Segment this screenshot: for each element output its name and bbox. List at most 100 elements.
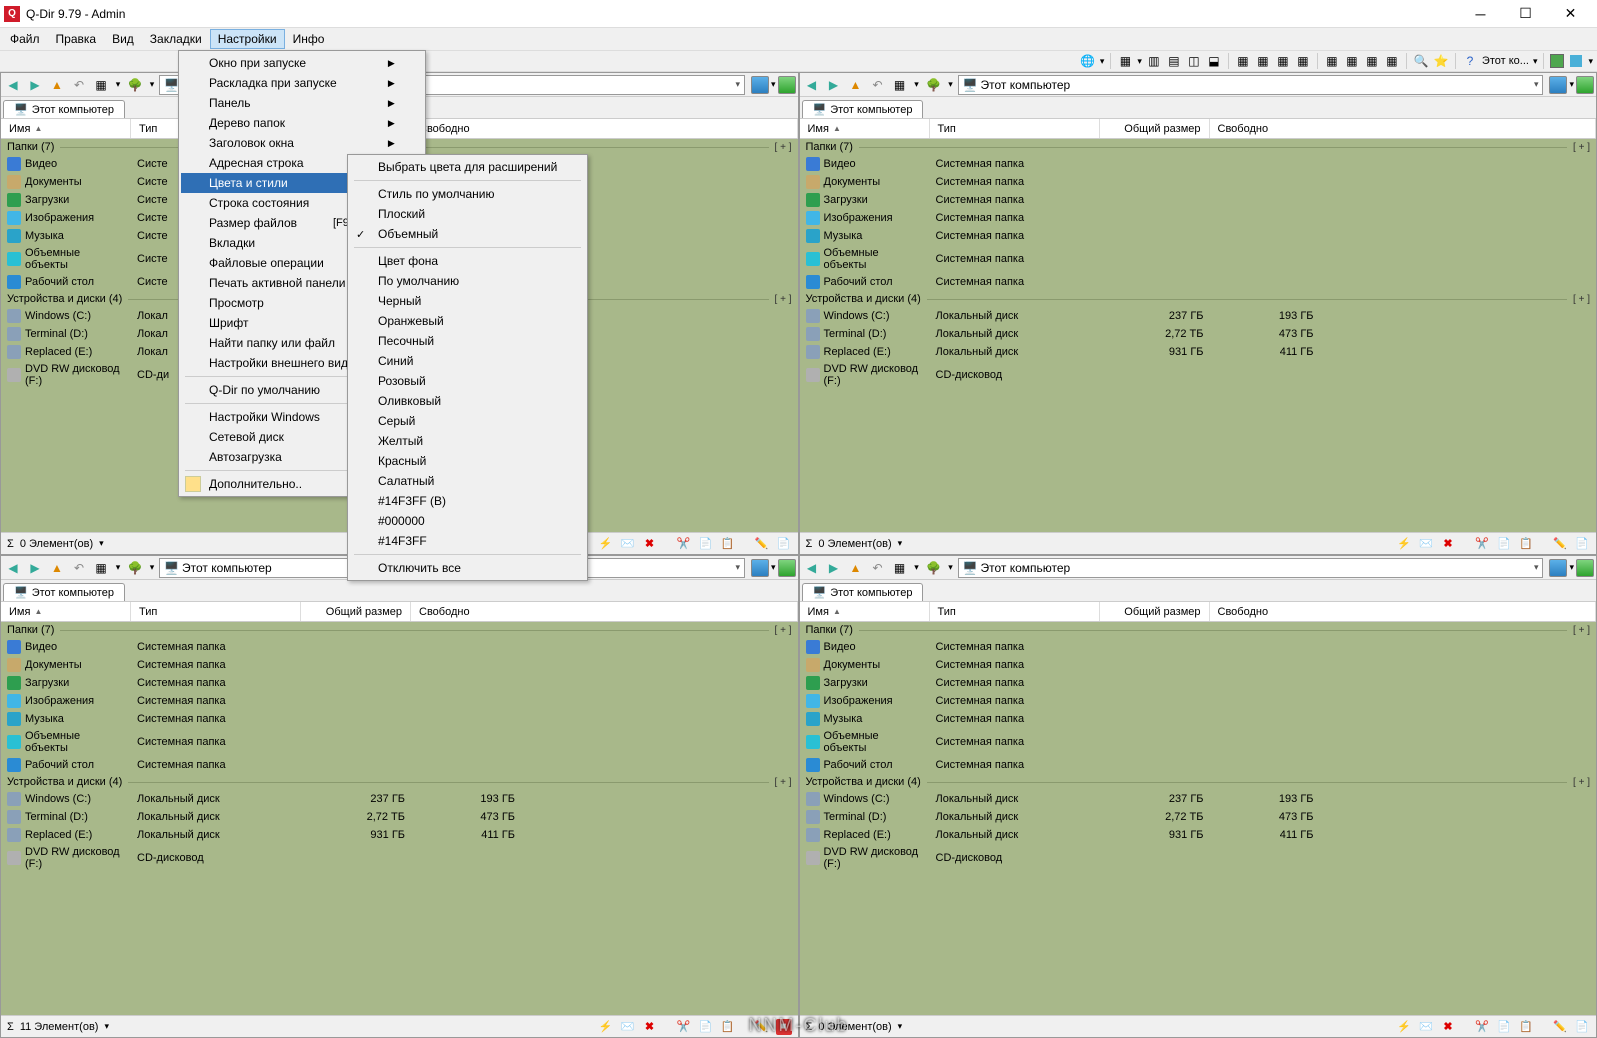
layout-k-icon[interactable]: ▦ bbox=[1364, 53, 1380, 69]
back-icon[interactable]: ◀ bbox=[3, 75, 23, 95]
color-item[interactable]: Плоский bbox=[350, 204, 585, 224]
edit-icon[interactable]: ✏️ bbox=[1552, 536, 1568, 552]
color-item[interactable]: Цвет фона bbox=[350, 251, 585, 271]
refresh-icon[interactable]: 📄 bbox=[1574, 1019, 1590, 1035]
color-item[interactable]: Песочный bbox=[350, 331, 585, 351]
pane-opt-b[interactable] bbox=[778, 559, 796, 577]
pane-opt-a[interactable] bbox=[751, 76, 769, 94]
color-item[interactable]: ✓Объемный bbox=[350, 224, 585, 244]
fwd-icon[interactable]: ▶ bbox=[25, 75, 45, 95]
view-icon[interactable]: ▦ bbox=[91, 558, 111, 578]
view-icon[interactable]: ▦ bbox=[91, 75, 111, 95]
delete-icon[interactable]: ✖ bbox=[1440, 536, 1456, 552]
list-item[interactable]: Объемные объектыСистемная папка bbox=[1, 728, 798, 756]
undo-icon[interactable]: ↶ bbox=[69, 75, 89, 95]
mail-icon[interactable]: ✉️ bbox=[620, 536, 636, 552]
list-item[interactable]: Replaced (E:)Локальный диск931 ГБ411 ГБ bbox=[800, 826, 1597, 844]
cut-icon[interactable]: ✂️ bbox=[676, 1019, 692, 1035]
color-item[interactable]: Салатный bbox=[350, 471, 585, 491]
color-item[interactable]: Стиль по умолчанию bbox=[350, 184, 585, 204]
undo-icon[interactable]: ↶ bbox=[868, 558, 888, 578]
list-item[interactable]: ИзображенияСистемная папка bbox=[1, 692, 798, 710]
layout-4-icon[interactable]: ▦ bbox=[1117, 53, 1133, 69]
list-item[interactable]: Рабочий столСистемная папка bbox=[800, 756, 1597, 774]
copy-icon[interactable]: 📄 bbox=[698, 1019, 714, 1035]
cut-icon[interactable]: ✂️ bbox=[1474, 536, 1490, 552]
mail-icon[interactable]: ✉️ bbox=[1418, 536, 1434, 552]
pane-opt-b[interactable] bbox=[778, 76, 796, 94]
dd[interactable]: ▾ bbox=[147, 558, 157, 578]
layout-c-icon[interactable]: ◫ bbox=[1186, 53, 1202, 69]
undo-icon[interactable]: ↶ bbox=[868, 75, 888, 95]
tab[interactable]: 🖥️Этот компьютер bbox=[3, 100, 125, 118]
layout-d-icon[interactable]: ⬓ bbox=[1206, 53, 1222, 69]
back-icon[interactable]: ◀ bbox=[802, 558, 822, 578]
up-icon[interactable]: ▲ bbox=[47, 558, 67, 578]
list-item[interactable]: МузыкаСистемная папка bbox=[1, 710, 798, 728]
color-item[interactable]: Черный bbox=[350, 291, 585, 311]
list-item[interactable]: ДокументыСистемная папка bbox=[1, 656, 798, 674]
list-item[interactable]: Windows (C:)Локальный диск237 ГБ193 ГБ bbox=[800, 790, 1597, 808]
list-item[interactable]: ЗагрузкиСистемная папка bbox=[1, 674, 798, 692]
mail-icon[interactable]: ✉️ bbox=[620, 1019, 636, 1035]
up-icon[interactable]: ▲ bbox=[846, 75, 866, 95]
help-icon[interactable]: ? bbox=[1462, 53, 1478, 69]
menu-info[interactable]: Инфо bbox=[285, 29, 333, 49]
cut-icon[interactable]: ✂️ bbox=[1474, 1019, 1490, 1035]
tree-icon[interactable]: 🌳 bbox=[924, 558, 944, 578]
layout-i-icon[interactable]: ▦ bbox=[1324, 53, 1340, 69]
lightning-icon[interactable]: ⚡ bbox=[598, 536, 614, 552]
list-item[interactable]: ЗагрузкиСистемная папка bbox=[800, 191, 1597, 209]
square-green-icon[interactable] bbox=[1550, 54, 1564, 68]
paste-icon[interactable]: 📋 bbox=[720, 1019, 736, 1035]
maximize-button[interactable]: ☐ bbox=[1503, 0, 1548, 28]
back-icon[interactable]: ◀ bbox=[802, 75, 822, 95]
layout-f-icon[interactable]: ▦ bbox=[1255, 53, 1271, 69]
pane-opt-a[interactable] bbox=[1549, 76, 1567, 94]
color-item[interactable]: Красный bbox=[350, 451, 585, 471]
color-item[interactable]: Оранжевый bbox=[350, 311, 585, 331]
magnify-icon[interactable]: 🔍 bbox=[1413, 53, 1429, 69]
color-item[interactable]: #14F3FF bbox=[350, 531, 585, 551]
list-item[interactable]: Windows (C:)Локальный диск237 ГБ193 ГБ bbox=[800, 307, 1597, 325]
lightning-icon[interactable]: ⚡ bbox=[1396, 1019, 1412, 1035]
dd[interactable]: ▾ bbox=[113, 558, 123, 578]
star-icon[interactable]: ⭐ bbox=[1433, 53, 1449, 69]
list-item[interactable]: DVD RW дисковод (F:)CD-дисковод bbox=[800, 844, 1597, 872]
colors-submenu[interactable]: Выбрать цвета для расширенийСтиль по умо… bbox=[347, 154, 588, 581]
lightning-icon[interactable]: ⚡ bbox=[598, 1019, 614, 1035]
settings-item[interactable]: Дерево папок▶ bbox=[181, 113, 423, 133]
color-item[interactable]: Отключить все bbox=[350, 558, 585, 578]
back-icon[interactable]: ◀ bbox=[3, 558, 23, 578]
mail-icon[interactable]: ✉️ bbox=[1418, 1019, 1434, 1035]
tree-icon[interactable]: 🌳 bbox=[125, 558, 145, 578]
menu-file[interactable]: Файл bbox=[2, 29, 48, 49]
list-item[interactable]: ДокументыСистемная папка bbox=[800, 173, 1597, 191]
pane-opt-b[interactable] bbox=[1576, 76, 1594, 94]
list-item[interactable]: Рабочий столСистемная папка bbox=[800, 273, 1597, 291]
list-item[interactable]: Windows (C:)Локальный диск237 ГБ193 ГБ bbox=[1, 790, 798, 808]
delete-icon[interactable]: ✖ bbox=[642, 536, 658, 552]
column-headers[interactable]: Имя ▲ТипОбщий размерСвободно bbox=[800, 602, 1597, 622]
color-item[interactable]: Синий bbox=[350, 351, 585, 371]
view-icon[interactable]: ▦ bbox=[890, 75, 910, 95]
dd[interactable]: ▾ bbox=[147, 75, 157, 95]
menu-view[interactable]: Вид bbox=[104, 29, 142, 49]
color-item[interactable]: Оливковый bbox=[350, 391, 585, 411]
list-item[interactable]: Рабочий столСистемная папка bbox=[1, 756, 798, 774]
dd[interactable]: ▾ bbox=[113, 75, 123, 95]
paste-icon[interactable]: 📋 bbox=[720, 536, 736, 552]
menu-settings[interactable]: Настройки bbox=[210, 29, 285, 49]
color-item[interactable]: #000000 bbox=[350, 511, 585, 531]
dd[interactable]: ▾ bbox=[912, 558, 922, 578]
undo-icon[interactable]: ↶ bbox=[69, 558, 89, 578]
layout-j-icon[interactable]: ▦ bbox=[1344, 53, 1360, 69]
stop-icon[interactable]: ■ bbox=[776, 1019, 792, 1035]
delete-icon[interactable]: ✖ bbox=[642, 1019, 658, 1035]
list-item[interactable]: Terminal (D:)Локальный диск2,72 ТБ473 ГБ bbox=[800, 808, 1597, 826]
tree-icon[interactable]: 🌳 bbox=[924, 75, 944, 95]
list-item[interactable]: ВидеоСистемная папка bbox=[800, 155, 1597, 173]
list-item[interactable]: МузыкаСистемная папка bbox=[800, 227, 1597, 245]
list-item[interactable]: ВидеоСистемная папка bbox=[800, 638, 1597, 656]
copy-icon[interactable]: 📄 bbox=[698, 536, 714, 552]
